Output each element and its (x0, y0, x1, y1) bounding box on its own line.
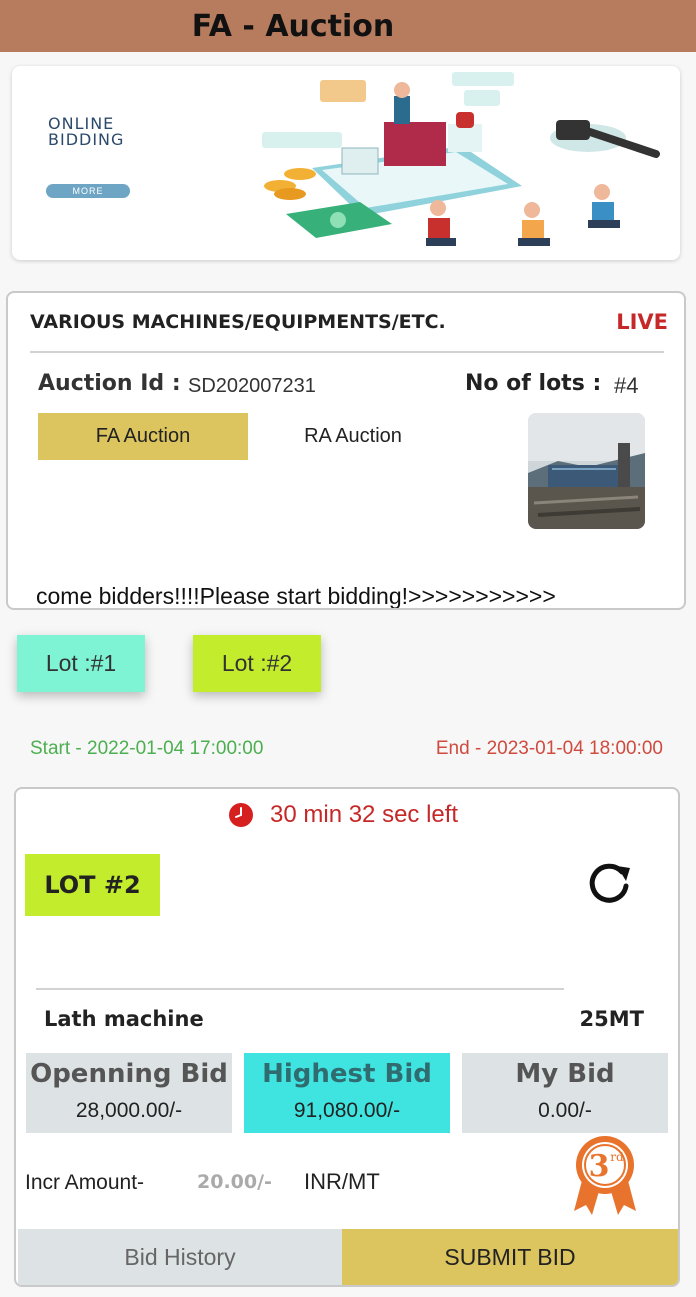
highest-bid-value: 91,080.00/- (293, 1099, 401, 1122)
divider (30, 351, 664, 353)
lots-count-label: No of lots : (465, 371, 602, 396)
svg-text:3: 3 (589, 1149, 610, 1184)
auction-id-label: Auction Id : (38, 371, 181, 396)
item-name: Lath machine (44, 1007, 204, 1031)
svg-text:rd: rd (610, 1150, 624, 1164)
increment-value: 20.00/- (197, 1171, 272, 1193)
refresh-icon[interactable] (584, 856, 636, 908)
lot-card: 30 min 32 sec left LOT #2 Lath machine 2… (14, 787, 680, 1287)
rank-badge-icon: 3 rd (574, 1136, 636, 1215)
announcement-marquee: come bidders!!!!Please start bidding!>>>… (36, 583, 556, 609)
countdown-timer: 30 min 32 sec left (228, 801, 458, 829)
lot-badge: LOT #2 (25, 854, 160, 916)
bid-history-button[interactable]: Bid History (18, 1229, 342, 1285)
app-header: FA - Auction (0, 0, 696, 52)
auction-card: VARIOUS MACHINES/EQUIPMENTS/ETC. LIVE Au… (6, 291, 686, 610)
auction-illustration (262, 72, 660, 246)
lot-image[interactable] (528, 413, 645, 529)
clock-icon (229, 803, 253, 827)
timer-text: 30 min 32 sec left (270, 801, 459, 828)
end-time: End - 2023-01-04 18:00:00 (435, 738, 663, 759)
divider (36, 988, 564, 990)
opening-bid-box: Openning Bid 28,000.00/- (26, 1053, 232, 1133)
tab-ra-auction[interactable]: RA Auction (258, 413, 448, 460)
opening-bid-label: Openning Bid (30, 1059, 228, 1089)
tab-lot-2[interactable]: Lot :#2 (193, 635, 321, 692)
auction-title: VARIOUS MACHINES/EQUIPMENTS/ETC. (30, 311, 446, 333)
highest-bid-box: Highest Bid 91,080.00/- (244, 1053, 450, 1133)
auction-id-value: SD202007231 (188, 375, 316, 397)
page-title: FA - Auction (191, 8, 395, 44)
my-bid-value: 0.00/- (538, 1099, 592, 1122)
increment-label: Incr Amount- (25, 1171, 145, 1194)
tab-fa-auction[interactable]: FA Auction (38, 413, 248, 460)
start-time: Start - 2022-01-04 17:00:00 (30, 738, 264, 759)
item-quantity: 25MT (579, 1007, 644, 1031)
my-bid-box: My Bid 0.00/- (462, 1053, 668, 1133)
lots-count-value: #4 (614, 373, 639, 398)
highest-bid-label: Highest Bid (262, 1059, 432, 1089)
submit-bid-button[interactable]: SUBMIT BID (342, 1229, 678, 1285)
increment-unit: INR/MT (304, 1169, 380, 1194)
banner-more-button[interactable]: MORE (46, 184, 130, 198)
promo-banner: ONLINE BIDDING MORE (12, 66, 680, 260)
my-bid-label: My Bid (515, 1059, 615, 1089)
opening-bid-value: 28,000.00/- (75, 1099, 183, 1122)
banner-title: ONLINE BIDDING (48, 114, 125, 149)
tab-lot-1[interactable]: Lot :#1 (17, 635, 145, 692)
live-status-badge: LIVE (616, 310, 668, 334)
